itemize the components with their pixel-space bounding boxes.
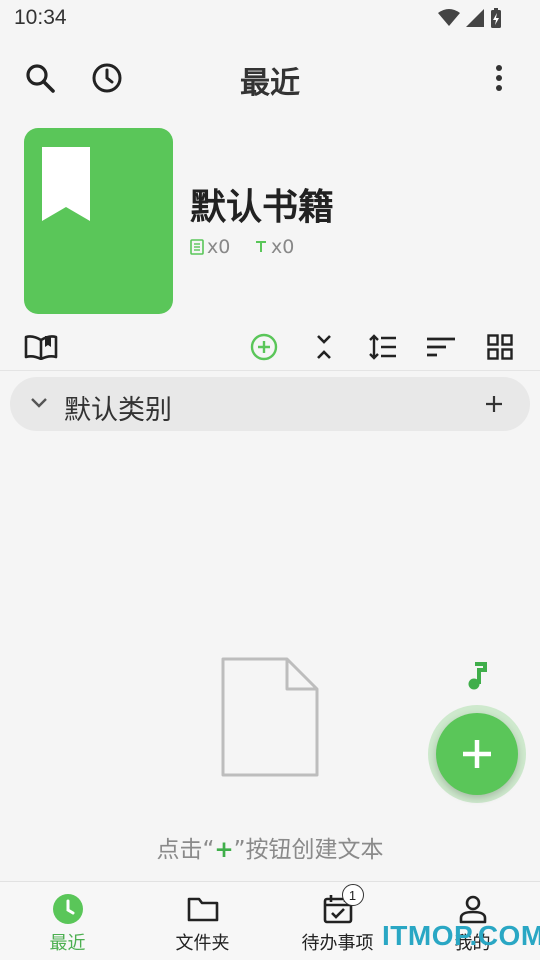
empty-hint-after: ”按钮创建文本 — [233, 837, 384, 863]
clock-icon — [52, 894, 83, 924]
folder-icon — [187, 897, 218, 922]
more-vert-icon — [496, 65, 502, 91]
add-category-button[interactable] — [242, 325, 286, 369]
empty-document-icon — [221, 657, 319, 777]
category-row[interactable]: 默认类别 — [10, 377, 530, 431]
divider — [0, 370, 540, 371]
plus-icon — [463, 740, 491, 768]
add-circle-icon — [250, 333, 278, 361]
reading-mode-button[interactable] — [19, 325, 63, 369]
nav-todo-label: 待办事项 — [301, 933, 374, 954]
grid-icon — [487, 334, 513, 360]
open-book-icon — [24, 335, 58, 360]
add-icon[interactable] — [484, 394, 504, 414]
nav-recent[interactable]: 最近 — [0, 882, 135, 960]
document-count: x0 — [190, 236, 230, 258]
signal-icon — [466, 9, 484, 27]
chevron-down-icon[interactable] — [30, 396, 48, 410]
battery-icon — [491, 8, 501, 28]
line-spacing-icon — [369, 334, 396, 360]
grid-view-button[interactable] — [478, 325, 522, 369]
nav-recent-label: 最近 — [49, 933, 86, 954]
line-spacing-button[interactable] — [361, 325, 405, 369]
todo-badge: 1 — [341, 884, 364, 906]
document-count-value: x0 — [207, 236, 231, 258]
document-icon — [190, 239, 204, 255]
empty-hint-before: 点击“ — [156, 837, 215, 863]
empty-hint-plus: + — [214, 837, 234, 863]
nav-folder-label: 文件夹 — [175, 933, 230, 954]
book-title[interactable]: 默认书籍 — [190, 178, 334, 230]
wifi-icon — [438, 9, 460, 26]
music-note-icon[interactable] — [466, 662, 488, 690]
text-count: x0 — [254, 236, 294, 258]
watermark: ITMOP.COM — [382, 920, 540, 951]
status-icons — [438, 8, 502, 28]
text-count-value: x0 — [271, 236, 295, 258]
book-cover[interactable] — [24, 128, 173, 314]
nav-folder[interactable]: 文件夹 — [135, 882, 270, 960]
sort-button[interactable] — [419, 325, 463, 369]
bookmark-icon — [42, 147, 90, 221]
text-icon — [256, 241, 266, 252]
more-options-button[interactable] — [477, 56, 521, 100]
status-time: 10:34 — [14, 6, 67, 29]
status-bar: 10:34 — [0, 0, 540, 38]
empty-hint: 点击“+”按钮创建文本 — [0, 830, 540, 864]
sort-icon — [427, 337, 455, 357]
category-label: 默认类别 — [64, 395, 172, 426]
collapse-all-button[interactable] — [302, 325, 346, 369]
collapse-icon — [317, 335, 331, 359]
create-text-fab[interactable] — [436, 713, 518, 795]
page-title: 最近 — [240, 66, 300, 101]
